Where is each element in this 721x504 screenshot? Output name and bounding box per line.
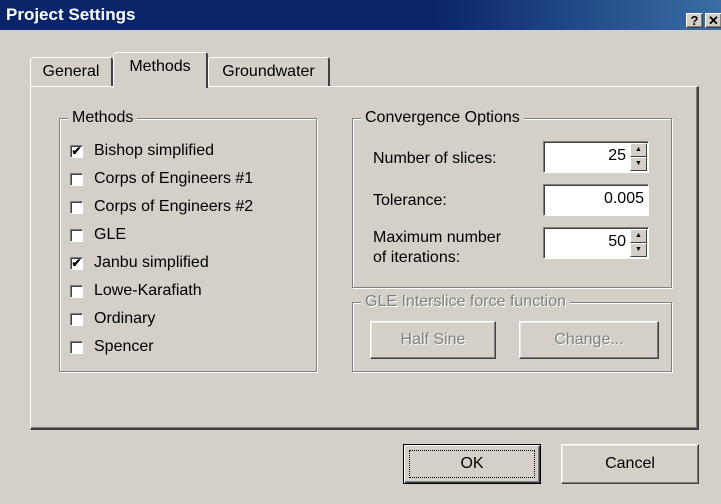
title-bar: Project Settings ? ✕ [0, 0, 721, 30]
iterations-stepper[interactable]: 50 ▲ ▼ [543, 227, 649, 259]
method-label: Spencer [94, 338, 154, 355]
methods-group: Methods ✔ Bishop simplified Corps of Eng… [59, 108, 317, 372]
method-label: Corps of Engineers #1 [94, 170, 254, 187]
method-ordinary-checkbox[interactable]: Ordinary [70, 307, 155, 331]
close-button[interactable]: ✕ [705, 13, 721, 28]
focus-rect [409, 450, 535, 478]
iterations-value: 50 [608, 233, 626, 250]
iterations-label-line2: of iterations: [373, 249, 461, 266]
method-lowe-karafiath-checkbox[interactable]: Lowe-Karafiath [70, 279, 202, 303]
spin-up-icon[interactable]: ▲ [630, 229, 647, 243]
method-gle-checkbox[interactable]: GLE [70, 223, 126, 247]
slices-value: 25 [608, 147, 626, 164]
tab-general[interactable]: General [30, 57, 113, 87]
half-sine-button[interactable]: Half Sine [370, 321, 496, 359]
convergence-options-group: Convergence Options Number of slices: 25… [352, 108, 672, 288]
method-label: Bishop simplified [94, 142, 215, 159]
ok-button[interactable]: OK [403, 444, 541, 484]
method-spencer-checkbox[interactable]: Spencer [70, 335, 154, 359]
methods-group-label: Methods [68, 108, 138, 128]
checkbox-box[interactable]: ✔ [70, 144, 83, 158]
checkbox-box[interactable] [70, 200, 83, 214]
spin-down-icon[interactable]: ▼ [630, 243, 647, 257]
iterations-label-line1: Maximum number [373, 229, 502, 246]
checkbox-box[interactable] [70, 228, 83, 242]
gle-group-label: GLE Interslice force function [361, 292, 570, 312]
gle-interslice-group: GLE Interslice force function Half Sine … [352, 292, 672, 372]
change-button[interactable]: Change... [519, 321, 659, 359]
slices-stepper[interactable]: 25 ▲ ▼ [543, 141, 649, 173]
slices-label: Number of slices: [373, 150, 497, 167]
method-label: Corps of Engineers #2 [94, 198, 254, 215]
iterations-spinner[interactable]: ▲ ▼ [630, 229, 647, 257]
method-corps1-checkbox[interactable]: Corps of Engineers #1 [70, 167, 253, 191]
tolerance-label: Tolerance: [373, 192, 447, 209]
checkbox-box[interactable] [70, 172, 83, 186]
convergence-group-label: Convergence Options [361, 108, 524, 128]
method-label: Janbu simplified [94, 254, 209, 271]
slices-spinner[interactable]: ▲ ▼ [630, 143, 647, 171]
tab-groundwater[interactable]: Groundwater [208, 57, 330, 87]
window-title: Project Settings [6, 5, 136, 24]
checkbox-box[interactable]: ✔ [70, 256, 83, 270]
cancel-button[interactable]: Cancel [561, 444, 699, 484]
help-button[interactable]: ? [686, 13, 703, 28]
method-label: Lowe-Karafiath [94, 282, 202, 299]
spin-up-icon[interactable]: ▲ [630, 143, 647, 157]
method-label: GLE [94, 226, 127, 243]
tab-methods[interactable]: Methods [113, 52, 208, 88]
checkbox-box[interactable] [70, 340, 83, 354]
checkbox-box[interactable] [70, 284, 83, 298]
method-corps2-checkbox[interactable]: Corps of Engineers #2 [70, 195, 253, 219]
method-janbu-checkbox[interactable]: ✔ Janbu simplified [70, 251, 209, 275]
methods-tab-panel: Methods ✔ Bishop simplified Corps of Eng… [30, 86, 699, 430]
tolerance-input[interactable]: 0.005 [543, 184, 649, 216]
method-bishop-checkbox[interactable]: ✔ Bishop simplified [70, 139, 214, 163]
checkbox-box[interactable] [70, 312, 83, 326]
method-label: Ordinary [94, 310, 156, 327]
spin-down-icon[interactable]: ▼ [630, 157, 647, 171]
